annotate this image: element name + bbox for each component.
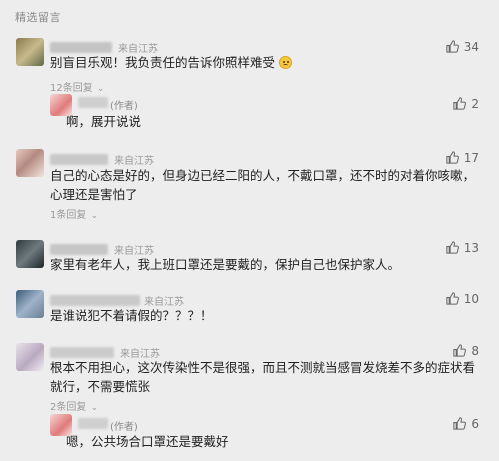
avatar[interactable] [16, 38, 44, 66]
like-count: 2 [471, 96, 479, 111]
comment-text: 嗯，公共场合口罩还是要戴好 [66, 434, 229, 449]
comment-text: 根本不用担心，这次传染性不是很强，而且不测就当感冒发烧差不多的症状看就行，不需要… [50, 360, 476, 394]
like-count: 17 [463, 150, 479, 165]
thumbs-up-icon [446, 151, 459, 164]
author-tag: (作者) [110, 101, 138, 112]
comment-text: 别盲目乐观！我负责任的告诉你照样难受 [50, 53, 485, 72]
commenter-name[interactable] [50, 42, 112, 53]
reply-count-toggle[interactable]: 2条回复 ⌄ [50, 398, 98, 413]
avatar[interactable] [16, 149, 44, 177]
comment-text: 家里有老年人，我上班口罩还是要戴的，保护自己也保护家人。 [50, 257, 401, 272]
like-count: 8 [471, 343, 479, 358]
avatar[interactable] [16, 290, 44, 318]
commenter-name[interactable] [50, 347, 114, 358]
like-button[interactable]: 2 [452, 96, 479, 111]
like-count: 13 [463, 240, 479, 255]
author-name[interactable] [78, 418, 108, 429]
like-count: 34 [463, 39, 479, 54]
thumbs-up-icon [453, 344, 467, 357]
like-button[interactable]: 34 [445, 39, 479, 54]
thumbs-up-icon [446, 40, 459, 53]
comment-text: 自己的心态是好的，但身边已经二阳的人，不戴口罩，还不时的对着你咳嗽，心理还是害怕… [50, 168, 476, 202]
like-button[interactable]: 13 [445, 240, 479, 255]
grimace-emoji-icon [279, 56, 292, 69]
like-button[interactable]: 8 [452, 343, 479, 358]
avatar[interactable] [16, 240, 44, 268]
like-button[interactable]: 10 [445, 291, 479, 306]
chevron-down-icon: ⌄ [96, 84, 105, 94]
commenter-name[interactable] [50, 295, 140, 306]
commenter-name[interactable] [50, 154, 108, 165]
section-title: 精选留言 [15, 11, 61, 24]
comment-text: 啊，展开说说 [66, 114, 142, 129]
location-label: 来自江苏 [114, 156, 154, 167]
avatar[interactable] [16, 343, 44, 371]
commenter-name[interactable] [50, 244, 108, 255]
thumbs-up-icon [446, 241, 459, 254]
thumbs-up-icon [446, 292, 459, 305]
thumbs-up-icon [453, 97, 467, 110]
author-name[interactable] [78, 97, 108, 108]
reply-count-toggle[interactable]: 12条回复 ⌄ [50, 79, 104, 94]
like-count: 10 [463, 291, 479, 306]
author-tag: (作者) [110, 422, 138, 433]
thumbs-up-icon [453, 417, 467, 430]
like-button[interactable]: 6 [452, 416, 479, 431]
like-button[interactable]: 17 [445, 150, 479, 165]
reply-count-toggle[interactable]: 1条回复 ⌄ [50, 206, 98, 221]
chevron-down-icon: ⌄ [90, 211, 99, 221]
comment-text: 是谁说犯不着请假的？？？！ [50, 308, 213, 323]
like-count: 6 [471, 416, 479, 431]
chevron-down-icon: ⌄ [90, 403, 99, 413]
